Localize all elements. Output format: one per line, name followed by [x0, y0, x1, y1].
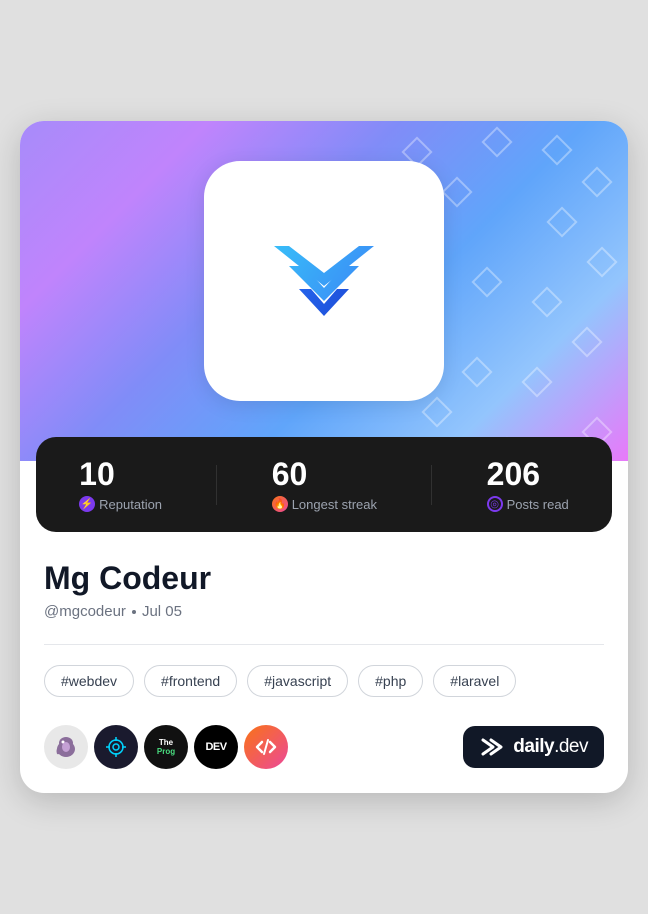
hero-section — [20, 121, 628, 461]
tag-frontend[interactable]: #frontend — [144, 665, 237, 697]
bottom-row: The Prog DEV — [20, 725, 628, 793]
avatar-container — [204, 161, 444, 401]
avatar-logo — [244, 201, 404, 361]
posts-read-label: Posts read — [507, 497, 569, 512]
reputation-label-row: ⚡ Reputation — [79, 496, 162, 512]
source-icons: The Prog DEV — [44, 725, 288, 769]
source-icon-elephant[interactable] — [44, 725, 88, 769]
pattern-diamond — [586, 246, 617, 277]
reputation-label: Reputation — [99, 497, 162, 512]
source-icon-code[interactable] — [244, 725, 288, 769]
streak-label-row: 🔥 Longest streak — [272, 496, 377, 512]
stats-bar: 10 ⚡ Reputation 60 🔥 Longest streak 206 … — [36, 437, 612, 532]
streak-value: 60 — [272, 457, 308, 492]
tags-section: #webdev #frontend #javascript #php #lara… — [20, 665, 628, 697]
dot-separator — [132, 610, 136, 614]
reputation-icon: ⚡ — [79, 496, 95, 512]
reputation-value: 10 — [79, 457, 115, 492]
username-row: @mgcodeur Jul 05 — [44, 603, 604, 620]
source-icon-dev[interactable]: DEV — [194, 725, 238, 769]
stat-reputation: 10 ⚡ Reputation — [79, 457, 162, 512]
streak-label: Longest streak — [292, 497, 377, 512]
pattern-diamond — [521, 366, 552, 397]
tag-javascript[interactable]: #javascript — [247, 665, 348, 697]
stat-posts-read: 206 ◎ Posts read — [487, 457, 569, 512]
stat-divider-1 — [216, 465, 217, 505]
tag-php[interactable]: #php — [358, 665, 423, 697]
tag-webdev[interactable]: #webdev — [44, 665, 134, 697]
pattern-diamond — [481, 126, 512, 157]
pattern-diamond — [546, 206, 577, 237]
pattern-diamond — [541, 134, 572, 165]
stat-divider-2 — [431, 465, 432, 505]
pattern-diamond — [571, 326, 602, 357]
profile-divider — [44, 644, 604, 645]
join-date: Jul 05 — [142, 603, 182, 620]
daily-text-main: daily — [513, 736, 554, 757]
pattern-diamond — [581, 166, 612, 197]
pattern-diamond — [461, 356, 492, 387]
daily-dev-chevron-icon — [479, 736, 507, 758]
source-icon-theprg[interactable]: The Prog — [144, 725, 188, 769]
daily-text-suffix: .dev — [554, 736, 588, 757]
streak-icon: 🔥 — [272, 496, 288, 512]
stat-streak: 60 🔥 Longest streak — [272, 457, 377, 512]
display-name: Mg Codeur — [44, 560, 604, 597]
daily-dev-badge: daily.dev — [463, 726, 604, 768]
profile-section: Mg Codeur @mgcodeur Jul 05 — [20, 532, 628, 645]
source-icon-crosshair[interactable] — [94, 725, 138, 769]
username: @mgcodeur — [44, 603, 126, 620]
pattern-diamond — [441, 176, 472, 207]
tag-laravel[interactable]: #laravel — [433, 665, 516, 697]
posts-read-value: 206 — [487, 457, 540, 492]
daily-dev-logo: daily.dev — [479, 736, 588, 758]
posts-read-label-row: ◎ Posts read — [487, 496, 569, 512]
daily-dev-text: daily.dev — [513, 736, 588, 758]
pattern-diamond — [421, 396, 452, 427]
profile-card: 10 ⚡ Reputation 60 🔥 Longest streak 206 … — [20, 121, 628, 793]
pattern-diamond — [471, 266, 502, 297]
posts-read-icon: ◎ — [487, 496, 503, 512]
pattern-diamond — [531, 286, 562, 317]
